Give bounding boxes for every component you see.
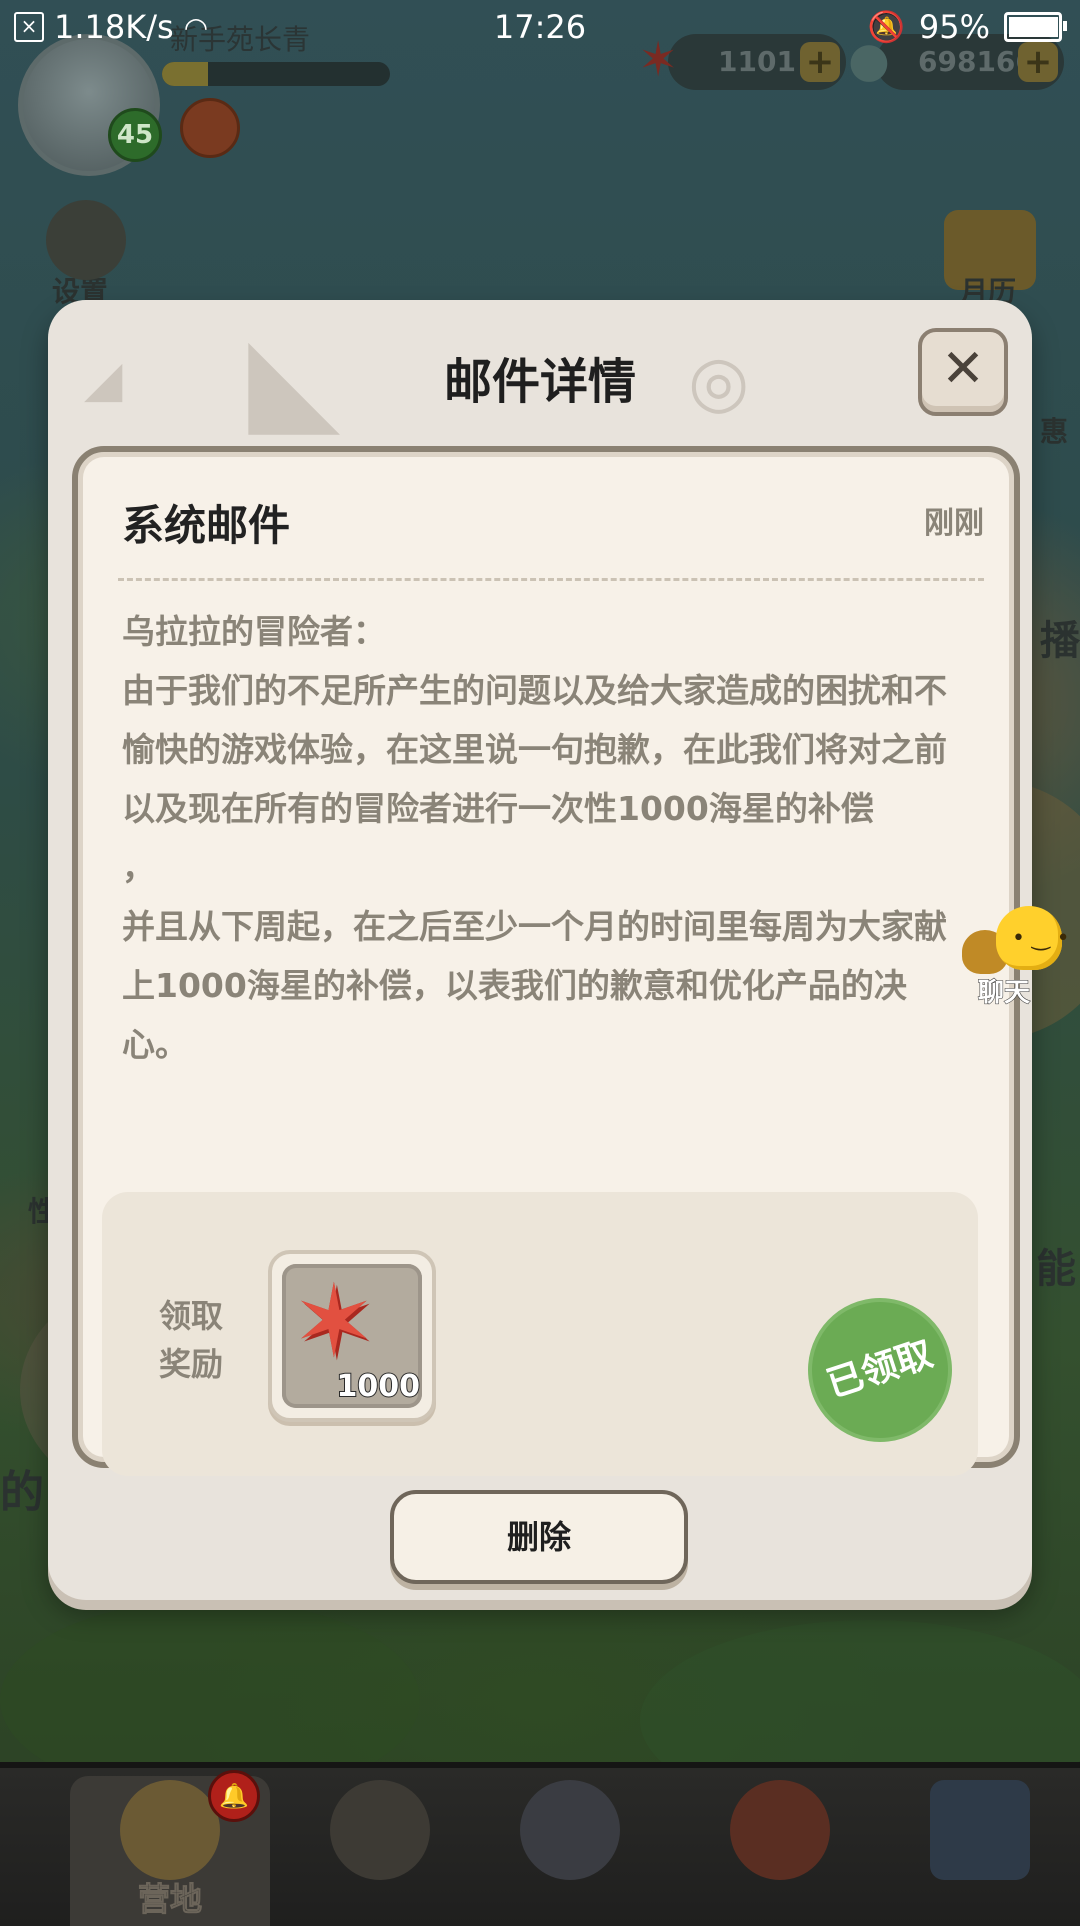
xp-bar [162,62,390,86]
bottom-nav: 🔔 营地 [0,1762,1080,1926]
camp-hut-icon [120,1780,220,1880]
mail-detail-dialog: ◣ ◢ ◎ 邮件详情 ✕ 系统邮件 刚刚 乌拉拉的冒险者： 由于我们的不足所产生… [48,300,1032,1600]
mail-body: 乌拉拉的冒险者： 由于我们的不足所产生的问题以及给大家造成的困扰和不愉快的游戏体… [122,612,947,1064]
side-label-left-low: 的 [0,1467,44,1518]
mail-card: 系统邮件 刚刚 乌拉拉的冒险者： 由于我们的不足所产生的问题以及给大家造成的困扰… [72,446,1020,1476]
battery-percent: 95% [918,8,990,46]
hero-icon [330,1780,430,1880]
mail-time: 刚刚 [924,506,984,541]
nav-portal[interactable] [880,1776,1080,1926]
mail-sender: 系统邮件 [122,501,291,550]
portal-icon [930,1780,1030,1880]
reward-quantity: 1000 [336,1368,421,1405]
close-button[interactable]: ✕ [918,328,1008,416]
level-badge: 45 [108,108,162,162]
delete-button[interactable]: 删除 [390,1490,688,1584]
sword-icon [520,1780,620,1880]
status-bar: × 1.18K/s ◠ 17:26 🔕 95% [0,0,1080,56]
nav-label: 营地 [137,1880,202,1919]
silent-bell-icon: 🔕 [867,9,905,45]
pet-icon [730,1780,830,1880]
dialog-title: 邮件详情 [443,354,636,410]
claimed-stamp: 已领取 [794,1284,966,1456]
bell-icon: 🔔 [208,1770,260,1822]
nav-pet[interactable] [680,1776,880,1926]
offer-label[interactable]: 惠 [1040,410,1068,450]
broadcast-label[interactable]: 播 [1040,608,1080,666]
chat-label: 聊天 [977,978,1031,1009]
close-icon: ✕ [941,339,985,399]
reward-panel: 领取奖励 ✶ 1000 已领取 [102,1192,978,1476]
side-label-right-low[interactable]: 能 [1036,1236,1076,1294]
starfish-icon: ✶ [292,1263,376,1380]
chat-button[interactable]: • ‿ • 聊天 [962,906,1080,1009]
battery-icon [1004,12,1067,42]
nav-hero[interactable] [280,1776,480,1926]
vip-icon[interactable] [180,98,240,158]
gear-icon[interactable] [46,200,126,280]
reward-label: 领取奖励 [158,1297,223,1383]
smile-face-icon: • ‿ • [1012,926,1070,951]
reward-item[interactable]: ✶ 1000 [268,1250,436,1422]
divider [118,578,984,581]
nav-camp[interactable]: 🔔 营地 [70,1770,270,1926]
nav-equipment[interactable] [470,1776,670,1926]
